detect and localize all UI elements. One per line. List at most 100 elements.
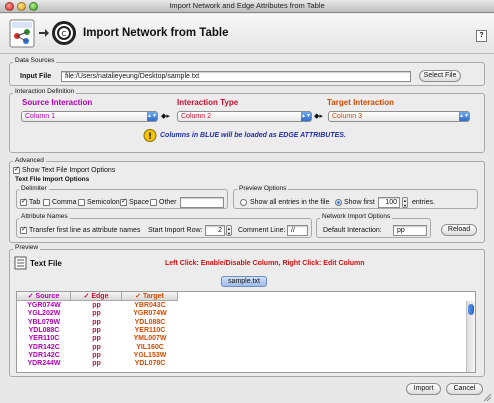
table-cell: YGR074W <box>133 310 167 318</box>
table-cell: YDL088C <box>28 326 60 334</box>
svg-text:!: ! <box>148 132 152 142</box>
table-cell: YER110C <box>134 326 166 334</box>
preview-options-legend: Preview Options <box>237 185 289 192</box>
comment-line-label: Comment Line: <box>238 227 286 234</box>
swap-source-icon[interactable]: ◆▸ <box>161 112 170 120</box>
semicolon-delimiter-checkbox[interactable] <box>78 199 85 206</box>
table-cell: YDL088C <box>134 318 166 326</box>
table-cell: YDL078C <box>134 360 166 368</box>
other-delimiter-label: Other <box>159 199 177 206</box>
page-title: Import Network from Table <box>83 27 229 39</box>
text-options-title: Text File Import Options <box>15 176 90 183</box>
start-import-row-input[interactable]: 2 <box>205 225 225 236</box>
semicolon-delimiter-label: Semicolon <box>87 199 120 206</box>
entries-label: entries. <box>412 199 435 206</box>
column-header-edge[interactable]: ✓ Edge <box>71 292 122 301</box>
interaction-type-label: Interaction Type <box>177 98 239 107</box>
select-file-button[interactable]: Select File <box>419 70 461 82</box>
select-arrows-icon: ▲▼ <box>147 112 157 121</box>
data-sources-legend: Data Sources <box>13 57 57 64</box>
resize-grip-icon[interactable] <box>482 392 492 402</box>
table-cell: pp <box>92 326 101 334</box>
dialog-header: C Import Network from Table ? <box>0 14 494 54</box>
target-column-select[interactable]: Column 3 ▲▼ <box>328 111 470 122</box>
arrow-right-icon <box>39 29 49 37</box>
reload-button[interactable]: Reload <box>441 224 477 236</box>
show-first-stepper[interactable]: ▲ ▼ <box>402 197 408 208</box>
svg-text:C: C <box>62 30 67 38</box>
table-cell: pp <box>92 310 101 318</box>
show-all-entries-label: Show all entries in the file <box>250 199 330 206</box>
column-header-target-label: Target <box>142 293 164 300</box>
preview-legend: Preview <box>13 244 41 251</box>
table-cell: YBL079W <box>27 318 61 326</box>
table-cell: YML007W <box>133 335 167 343</box>
column-header-target[interactable]: ✓ Target <box>122 292 178 301</box>
select-arrows-icon: ▲▼ <box>459 112 469 121</box>
warning-icon: ! <box>143 129 157 142</box>
start-import-row-stepper[interactable]: ▲ ▼ <box>226 225 232 236</box>
table-cell: YGL153W <box>133 351 167 359</box>
preview-hint: Left Click: Enable/Disable Column, Right… <box>165 260 365 267</box>
table-cell: YER110C <box>28 335 60 343</box>
show-text-options-label: Show Text File Import Options <box>22 167 116 174</box>
table-cell: YDR142C <box>28 351 60 359</box>
table-cell: pp <box>92 335 101 343</box>
column-header-source[interactable]: ✓ Source <box>17 292 71 301</box>
tab-delimiter-checkbox[interactable] <box>20 197 27 206</box>
space-delimiter-checkbox[interactable] <box>120 197 127 206</box>
interaction-type-select[interactable]: Column 2 ▲▼ <box>177 111 312 122</box>
input-file-field[interactable]: file:/Users/natalieyeung/Desktop/sample.… <box>61 71 411 82</box>
default-interaction-input[interactable]: pp <box>393 225 427 236</box>
table-cell: YDR142C <box>28 343 60 351</box>
text-file-icon <box>14 256 27 270</box>
edge-attributes-note: Columns in BLUE will be loaded as EDGE A… <box>160 132 346 139</box>
column-header-edge-label: Edge <box>91 293 109 300</box>
space-delimiter-label: Space <box>129 199 149 206</box>
table-cell: pp <box>92 351 101 359</box>
network-options-legend: Network Import Options <box>320 213 393 220</box>
start-import-row-label: Start Import Row: <box>148 227 203 234</box>
transfer-first-line-checkbox[interactable] <box>20 225 27 234</box>
show-first-label: Show first <box>344 199 375 206</box>
table-cell: YDR244W <box>27 360 61 368</box>
column-header-source-label: Source <box>35 293 60 300</box>
comma-delimiter-label: Comma <box>52 199 77 206</box>
source-column-select[interactable]: Column 1 ▲▼ <box>21 111 158 122</box>
interaction-definition-legend: Interaction Definition <box>13 88 77 95</box>
preview-scrollbar[interactable] <box>466 301 475 372</box>
interaction-type-value: Column 2 <box>181 113 211 120</box>
import-button[interactable]: Import <box>406 383 441 395</box>
show-all-entries-radio[interactable] <box>240 199 247 206</box>
help-button[interactable]: ? <box>476 30 487 42</box>
swap-target-icon[interactable]: ◆▸ <box>314 112 323 120</box>
cancel-button[interactable]: Cancel <box>446 383 483 395</box>
tab-sample-txt[interactable]: sample.txt <box>221 276 267 287</box>
target-column-value: Column 3 <box>332 113 362 120</box>
table-cell: YBR043C <box>134 302 166 309</box>
comment-line-input[interactable]: // <box>287 225 308 236</box>
show-first-radio[interactable] <box>335 199 342 206</box>
other-delimiter-input[interactable] <box>180 197 224 208</box>
show-first-count-input[interactable]: 100 <box>378 197 400 208</box>
select-arrows-icon: ▲▼ <box>301 112 311 121</box>
other-delimiter-checkbox[interactable] <box>150 199 157 206</box>
table-cell: pp <box>92 343 101 351</box>
source-column-value: Column 1 <box>25 113 55 120</box>
input-file-label: Input File <box>20 73 52 80</box>
table-cell: YGL202W <box>27 310 61 318</box>
cytoscape-logo-icon: C <box>52 21 76 45</box>
window-titlebar: Import Network and Edge Attributes from … <box>0 0 494 13</box>
attribute-names-legend: Attribute Names <box>19 213 70 220</box>
check-icon: ✓ <box>135 293 143 300</box>
scrollbar-thumb[interactable] <box>468 304 474 315</box>
window-title: Import Network and Edge Attributes from … <box>169 1 325 10</box>
tab-delimiter-label: Tab <box>29 199 41 206</box>
comma-delimiter-checkbox[interactable] <box>43 199 50 206</box>
show-text-options-checkbox[interactable] <box>13 165 20 174</box>
source-interaction-label: Source Interaction <box>22 98 93 107</box>
transfer-first-line-label: Transfer first line as attribute names <box>29 227 141 234</box>
table-cell: pp <box>92 302 101 309</box>
check-icon: ✓ <box>27 293 36 300</box>
text-file-label: Text File <box>30 259 62 268</box>
